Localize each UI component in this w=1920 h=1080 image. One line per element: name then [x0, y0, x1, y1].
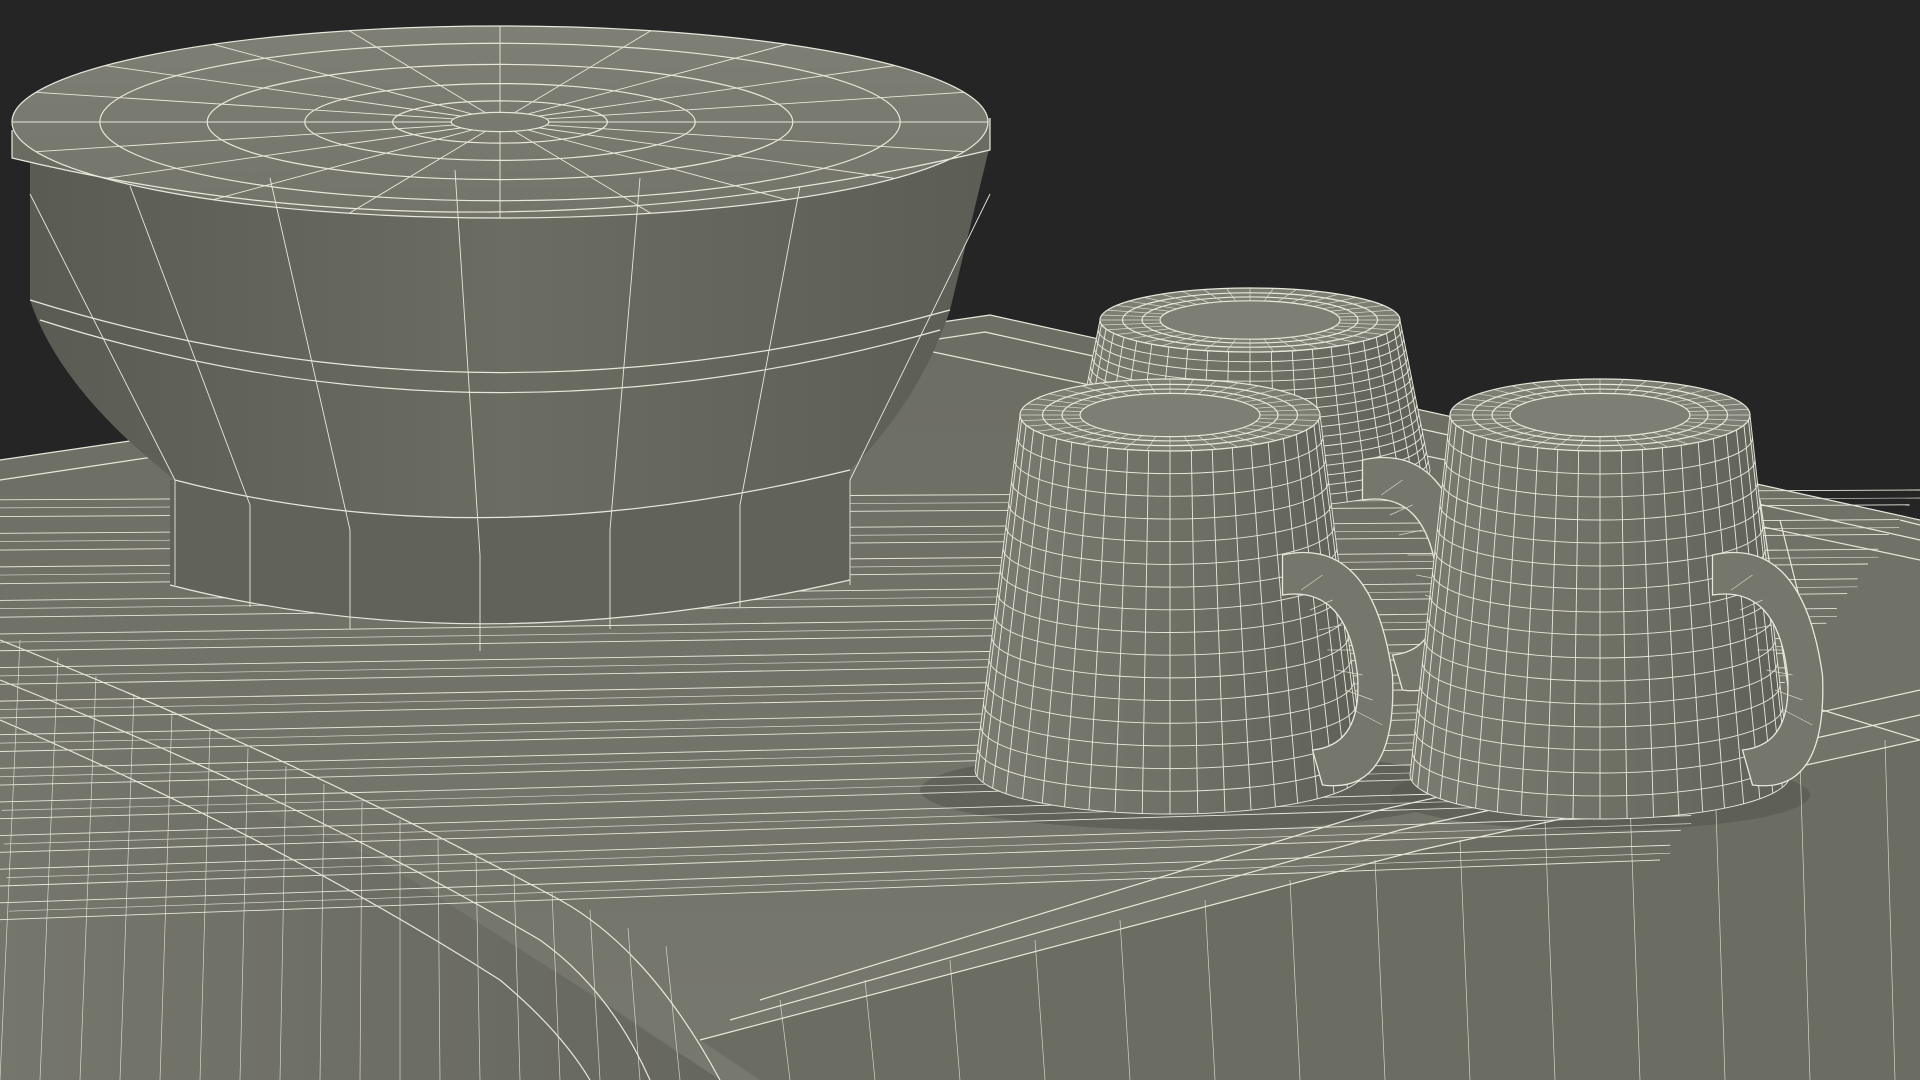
wireframe-render: [0, 0, 1920, 1080]
